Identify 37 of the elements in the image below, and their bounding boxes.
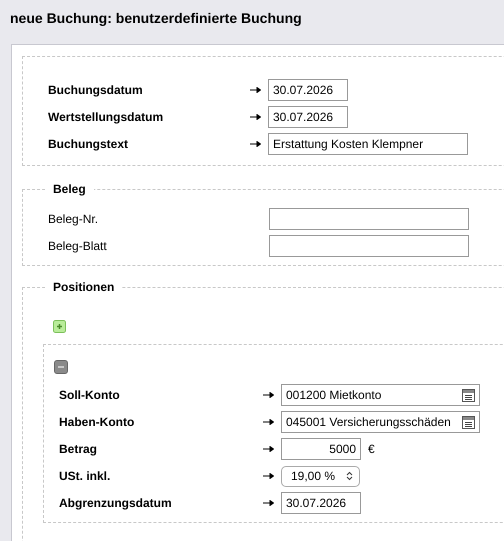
text-field[interactable]	[269, 235, 469, 257]
arrow-icon	[263, 500, 274, 506]
field-label: Abgrenzungsdatum	[59, 495, 173, 512]
page-title: neue Buchung: benutzerdefinierte Buchung	[10, 9, 302, 28]
chevron-icon	[346, 471, 353, 481]
text-field[interactable]: Erstattung Kosten Klempner	[268, 133, 468, 155]
date-field[interactable]: 30.07.2026	[268, 106, 348, 128]
section-legend: Beleg	[45, 180, 94, 198]
add-icon[interactable]	[53, 320, 66, 333]
arrow-icon	[263, 446, 274, 452]
list-icon[interactable]	[462, 388, 475, 402]
remove-icon[interactable]	[54, 360, 68, 374]
account-field[interactable]: 001200 Mietkonto	[281, 384, 480, 406]
field-label: Soll-Konto	[59, 387, 121, 404]
field-label: Wertstellungsdatum	[48, 109, 164, 126]
account-field[interactable]: 045001 Versicherungsschäden	[281, 411, 480, 433]
amount-field[interactable]: 5000	[281, 438, 361, 460]
date-field[interactable]: 30.07.2026	[268, 79, 348, 101]
section-legend: Positionen	[45, 278, 122, 296]
text-field[interactable]	[269, 208, 469, 230]
arrow-icon	[263, 473, 274, 479]
date-field[interactable]: 30.07.2026	[281, 492, 361, 514]
vat-select[interactable]: 19,00 %	[281, 466, 360, 486]
arrow-icon	[250, 114, 261, 120]
field-label: USt. inkl.	[59, 468, 112, 485]
field-label: Haben-Konto	[59, 414, 136, 431]
arrow-icon	[263, 419, 274, 425]
field-label: Beleg-Nr.	[48, 211, 100, 228]
field-label: Beleg-Blatt	[48, 238, 108, 255]
list-icon[interactable]	[462, 416, 475, 428]
field-label: Buchungstext	[48, 136, 130, 153]
arrow-icon	[263, 392, 274, 398]
field-label: Buchungsdatum	[48, 82, 144, 99]
currency-unit: €	[368, 441, 375, 458]
arrow-icon	[250, 141, 261, 147]
arrow-icon	[250, 87, 261, 93]
field-label: Betrag	[59, 441, 98, 458]
